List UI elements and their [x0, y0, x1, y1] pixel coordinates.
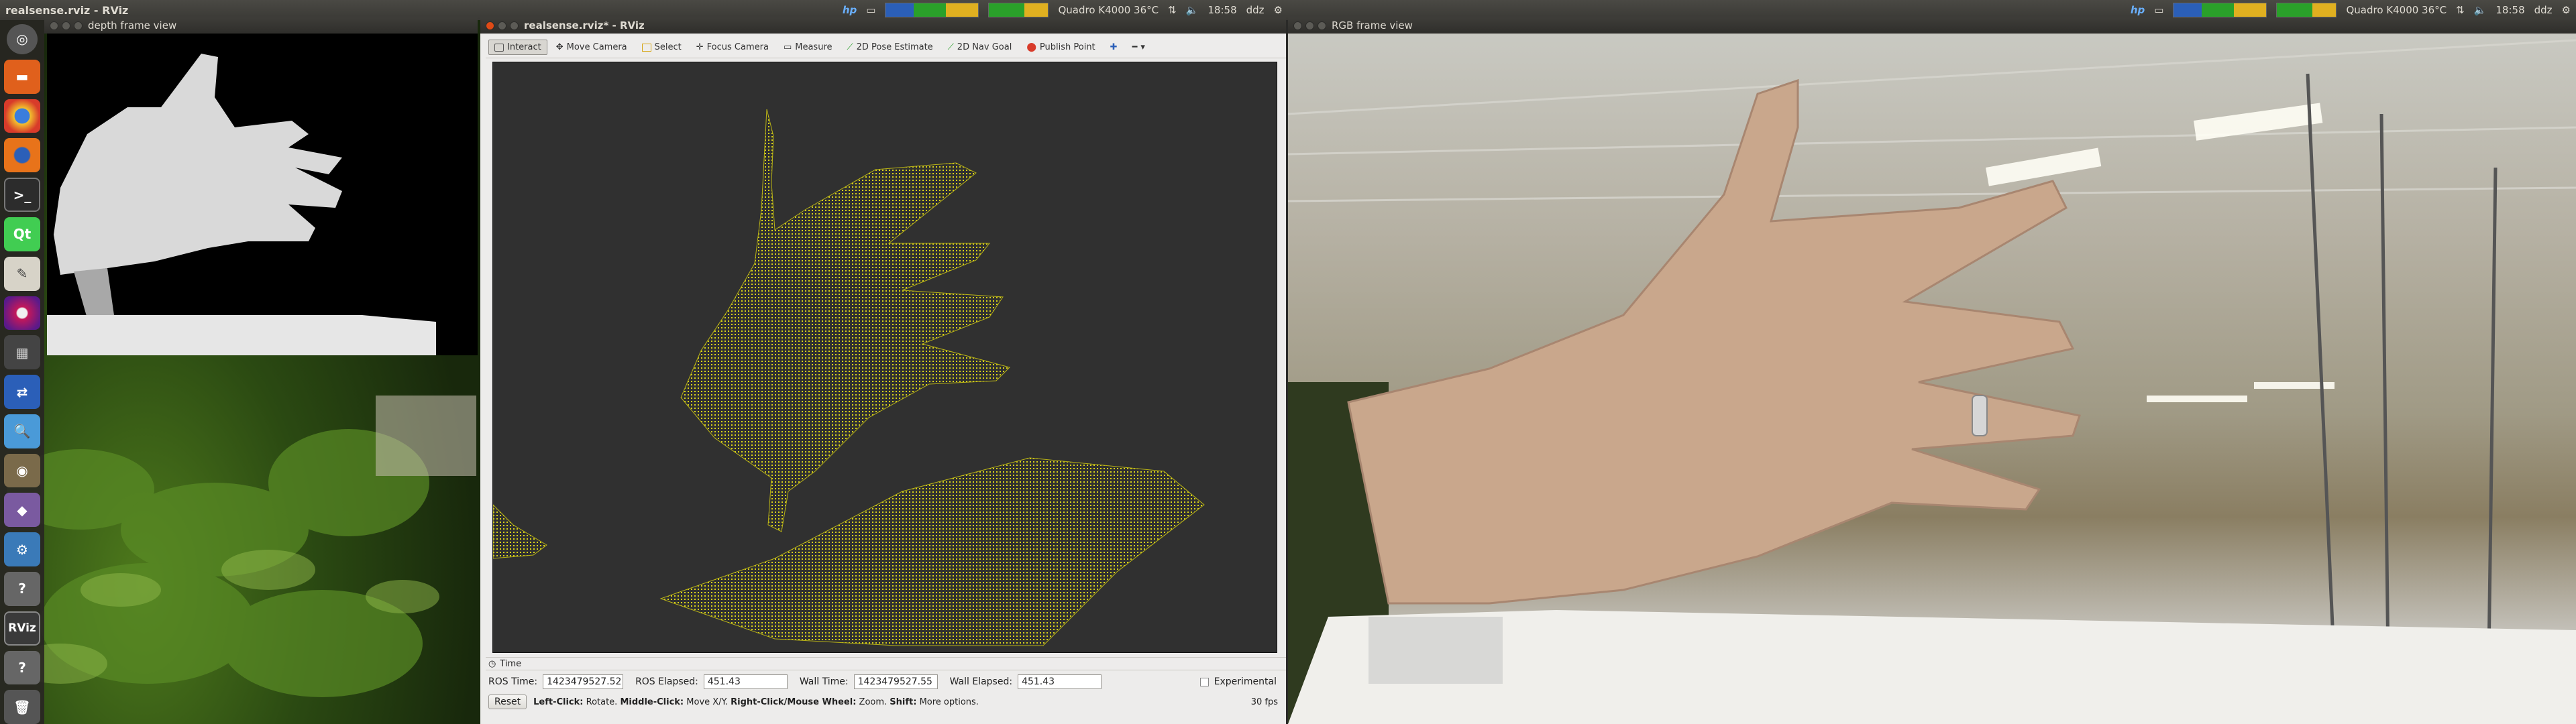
maximize-button[interactable]: [510, 21, 519, 30]
ros-time-label: ROS Time:: [488, 676, 538, 687]
3d-viewport[interactable]: [492, 62, 1277, 653]
terminal-icon[interactable]: >_: [4, 178, 40, 213]
experimental-checkbox[interactable]: [1199, 677, 1209, 686]
user-menu[interactable]: ddz: [1246, 4, 1265, 16]
ros-elapsed-label: ROS Elapsed:: [635, 676, 698, 687]
time-panel-header: ◷ Time: [486, 657, 1286, 670]
move-icon: ✥: [555, 42, 564, 52]
clock[interactable]: 18:58: [1208, 4, 1236, 16]
qt-creator-icon[interactable]: Qt: [4, 217, 40, 251]
dash-icon[interactable]: ◎: [7, 24, 38, 54]
sound-icon[interactable]: 🔈: [2474, 4, 2487, 16]
ruler-icon: ▭: [783, 42, 792, 52]
mouse-hint: Left-Click: Rotate. Middle-Click: Move X…: [533, 697, 979, 707]
minimize-button[interactable]: [62, 21, 70, 30]
settings-icon[interactable]: ⚙: [4, 532, 40, 566]
nav-goal-tool[interactable]: ⟋ 2D Nav Goal: [942, 40, 1018, 55]
add-tool-button[interactable]: ✚: [1104, 40, 1124, 55]
trash-icon[interactable]: 🗑: [4, 690, 40, 724]
reset-button[interactable]: Reset: [488, 695, 527, 709]
gpu-indicator[interactable]: Quadro K4000 36°C: [2346, 4, 2447, 16]
disk-icon[interactable]: [4, 296, 40, 330]
green-arrow-icon: ⟋: [847, 42, 853, 52]
measure-tool[interactable]: ▭ Measure: [777, 40, 839, 55]
wall-time-label: Wall Time:: [799, 676, 849, 687]
time-panel: ◷ Time ROS Time: 1423479527.52 ROS Elapse…: [486, 657, 1286, 724]
ros-elapsed-field[interactable]: 451.43: [703, 674, 788, 689]
network-icon[interactable]: ⇅: [1168, 4, 1177, 16]
launcher: ◎ ▬ >_ Qt ✎ ▦ ⇄ 🔍 ◉ ◆ ⚙ ? RViz ? 🗑: [0, 20, 44, 724]
search-app-icon[interactable]: 🔍: [4, 414, 40, 448]
publish-point-tool[interactable]: ⬤ Publish Point: [1020, 40, 1101, 55]
select-tool[interactable]: Select: [636, 40, 688, 55]
rviz-window-titlebar[interactable]: realsense.rviz* - RViz: [480, 17, 1286, 34]
crosshair-icon: ✛: [696, 42, 704, 52]
green-arrow-icon-2: ⟋: [947, 42, 954, 52]
window-title: RGB frame view: [1332, 19, 1413, 32]
hp-icon[interactable]: hp: [843, 4, 857, 16]
close-button[interactable]: [1293, 21, 1302, 30]
clock-icon: ◷: [488, 658, 496, 669]
status-row: Reset Left-Click: Rotate. Middle-Click: …: [486, 693, 1286, 711]
files-icon[interactable]: ▬: [4, 59, 40, 94]
network-app-icon[interactable]: ⇄: [4, 375, 40, 409]
ros-time-field[interactable]: 1423479527.52: [543, 674, 624, 689]
minimize-button[interactable]: [1305, 21, 1314, 30]
depth-window-titlebar[interactable]: depth frame view: [44, 17, 478, 34]
system-monitor-2[interactable]: [988, 3, 1049, 17]
active-window-title: realsense.rviz - RViz: [5, 3, 129, 17]
gear-icon[interactable]: ⚙: [2562, 4, 2571, 16]
text-editor-icon[interactable]: ✎: [4, 256, 40, 291]
plus-icon: ✚: [1110, 42, 1118, 52]
pin-icon: ⬤: [1026, 42, 1036, 52]
focus-camera-tool[interactable]: ✛ Focus Camera: [690, 40, 775, 55]
display-icon[interactable]: ▭: [2154, 4, 2163, 16]
user-menu[interactable]: ddz: [2534, 4, 2553, 16]
wall-elapsed-field[interactable]: 451.43: [1018, 674, 1102, 689]
pose-estimate-tool[interactable]: ⟋ 2D Pose Estimate: [841, 40, 939, 55]
hp-icon[interactable]: hp: [2131, 4, 2145, 16]
wall-time-field[interactable]: 1423479527.55: [853, 674, 938, 689]
rviz-icon[interactable]: RViz: [4, 611, 40, 646]
help-icon-2[interactable]: ?: [4, 650, 40, 685]
wall-elapsed-label: Wall Elapsed:: [949, 676, 1013, 687]
experimental-label: Experimental: [1214, 676, 1277, 687]
chevron-down-icon: ▾: [1140, 42, 1145, 52]
clock[interactable]: 18:58: [2496, 4, 2524, 16]
display-icon[interactable]: ▭: [866, 4, 875, 16]
maximize-button[interactable]: [1318, 21, 1326, 30]
gear-icon[interactable]: ⚙: [1274, 4, 1283, 16]
app-icon[interactable]: ◆: [4, 493, 40, 528]
help-icon[interactable]: ?: [4, 571, 40, 606]
close-button[interactable]: [486, 21, 494, 30]
system-monitor-2[interactable]: [2276, 3, 2337, 17]
network-icon[interactable]: ⇅: [2456, 4, 2465, 16]
fps-indicator: 30 fps: [1250, 697, 1278, 707]
minimize-button[interactable]: [498, 21, 506, 30]
move-camera-tool[interactable]: ✥ Move Camera: [550, 40, 633, 55]
gpu-indicator[interactable]: Quadro K4000 36°C: [1058, 4, 1159, 16]
system-monitor[interactable]: [2173, 3, 2267, 17]
tool-menu-button[interactable]: ━ ▾: [1126, 40, 1151, 55]
calculator-icon[interactable]: ▦: [4, 335, 40, 370]
chrome-icon[interactable]: [4, 99, 40, 133]
system-monitor[interactable]: [885, 3, 979, 17]
depth-image: [47, 34, 478, 355]
minus-icon: ━: [1132, 42, 1138, 52]
window-title: realsense.rviz* - RViz: [524, 19, 645, 32]
rgb-window-titlebar[interactable]: RGB frame view: [1288, 17, 2576, 34]
cursor-icon: [494, 43, 504, 52]
rviz-toolbar: Interact ✥ Move Camera Select ✛ Focus Came…: [486, 37, 1286, 58]
time-fields-row: ROS Time: 1423479527.52 ROS Elapsed: 451…: [486, 670, 1286, 693]
gimp-icon[interactable]: ◉: [4, 453, 40, 488]
maximize-button[interactable]: [74, 21, 83, 30]
rgb-image: [1287, 34, 2576, 724]
firefox-icon[interactable]: [4, 138, 40, 173]
interact-tool[interactable]: Interact: [488, 40, 547, 55]
select-icon: [641, 43, 651, 52]
close-button[interactable]: [50, 21, 58, 30]
window-title: depth frame view: [88, 19, 177, 32]
sound-icon[interactable]: 🔈: [1186, 4, 1199, 16]
